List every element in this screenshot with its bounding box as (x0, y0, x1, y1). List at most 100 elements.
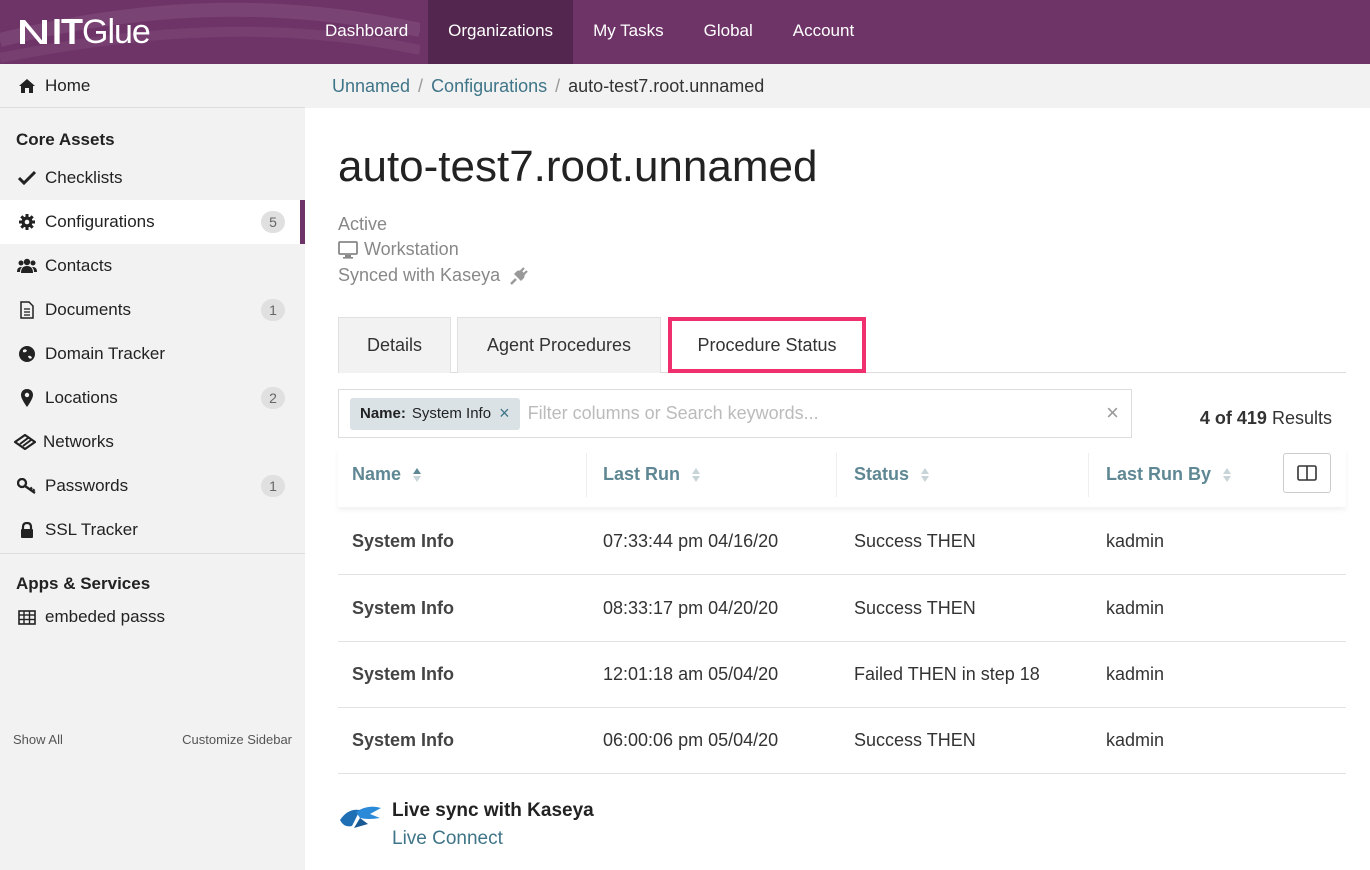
sidebar-item-label: Domain Tracker (45, 344, 165, 363)
sidebar-item-configurations[interactable]: Configurations 5 (0, 200, 305, 244)
cell-last-run-by: kadmin (1106, 531, 1165, 551)
sidebar-item-label: Home (45, 75, 91, 95)
breadcrumb-current: auto-test7.root.unnamed (568, 75, 765, 96)
tab-procedure-status[interactable]: Procedure Status (668, 317, 866, 373)
top-navbar: IT Glue Dashboard Organizations My Tasks… (0, 0, 1370, 64)
breadcrumb-org-link[interactable]: Unnamed (332, 76, 410, 97)
sidebar-heading-core-assets: Core Assets (16, 130, 115, 149)
sidebar-item-contacts[interactable]: Contacts (0, 244, 305, 288)
sidebar-item-label: Checklists (45, 168, 123, 187)
gear-icon (16, 213, 38, 231)
sidebar-item-ssl-tracker[interactable]: SSL Tracker (0, 508, 305, 552)
kaseya-sync-title: Live sync with Kaseya (392, 800, 594, 821)
lock-icon (16, 521, 38, 539)
nav-organizations[interactable]: Organizations (428, 0, 574, 64)
monitor-icon (338, 240, 358, 259)
sort-icon (1223, 468, 1232, 483)
network-icon (13, 433, 37, 451)
sidebar-item-label: SSL Tracker (45, 520, 138, 539)
sidebar-item-documents[interactable]: Documents 1 (0, 288, 305, 332)
nav-dashboard[interactable]: Dashboard (305, 0, 428, 64)
type-label: Workstation (364, 239, 459, 259)
kaseya-sync-panel: Live sync with Kaseya Live Connect (338, 800, 594, 850)
sidebar-item-label: Passwords (45, 476, 129, 495)
itglue-logo[interactable]: IT Glue (18, 11, 151, 52)
document-icon (16, 301, 38, 319)
breadcrumb-separator: / (555, 75, 561, 96)
logo-glue-text: Glue (82, 12, 151, 51)
cell-name: System Info (352, 730, 455, 750)
plug-icon (510, 266, 528, 285)
sidebar-item-passwords[interactable]: Passwords 1 (0, 464, 305, 508)
users-icon (16, 257, 38, 275)
cell-last-run-by: kadmin (1106, 730, 1165, 750)
table-row[interactable]: System Info 08:33:17 pm 04/20/20 Success… (338, 575, 1346, 642)
column-header-status[interactable]: Status (854, 449, 930, 499)
status-label: Active (338, 214, 388, 234)
tab-details[interactable]: Details (338, 317, 451, 373)
sidebar-item-label: Configurations (45, 212, 155, 231)
tab-bar: Details Agent Procedures Procedure Statu… (338, 317, 1346, 373)
nav-account[interactable]: Account (773, 0, 874, 64)
live-connect-link[interactable]: Live Connect (392, 828, 594, 850)
results-number: 4 of 419 (1199, 408, 1267, 428)
sidebar-item-embeded-passs[interactable]: embeded passs (0, 595, 305, 639)
cell-last-run-by: kadmin (1106, 664, 1165, 684)
show-all-link[interactable]: Show All (13, 732, 63, 747)
table-row[interactable]: System Info 07:33:44 pm 04/16/20 Success… (338, 508, 1346, 575)
key-icon (16, 477, 38, 495)
column-header-label: Name (352, 464, 402, 484)
cell-name: System Info (352, 664, 455, 684)
column-divider (1088, 453, 1089, 497)
table-header: Name Last Run Status Last Run By (338, 449, 1346, 507)
clear-search-icon[interactable]: × (1106, 402, 1119, 424)
nav-global[interactable]: Global (684, 0, 773, 64)
sidebar-footer: Show All Customize Sidebar (0, 732, 305, 747)
cell-status: Success THEN (854, 531, 976, 551)
sidebar-item-domain-tracker[interactable]: Domain Tracker (0, 332, 305, 376)
breadcrumb-separator: / (418, 75, 424, 96)
sidebar-item-label: Contacts (45, 256, 113, 275)
sidebar-item-locations[interactable]: Locations 2 (0, 376, 305, 420)
table-row[interactable]: System Info 12:01:18 am 05/04/20 Failed … (338, 641, 1346, 708)
filter-bar: Name: System Info × × (338, 389, 1132, 438)
count-badge: 1 (261, 475, 285, 497)
sort-asc-icon (413, 468, 422, 483)
logo-it-text: IT (52, 11, 83, 52)
results-label: Results (1271, 408, 1332, 428)
search-input[interactable] (527, 403, 1068, 424)
column-divider (836, 453, 837, 497)
filter-chip: Name: System Info × (350, 397, 520, 430)
count-badge: 2 (261, 387, 285, 409)
column-header-label: Last Run (603, 464, 681, 484)
breadcrumb-configurations-link[interactable]: Configurations (431, 76, 547, 97)
cell-last-run: 08:33:17 pm 04/20/20 (603, 598, 779, 618)
map-pin-icon (16, 389, 38, 407)
sidebar-heading-apps-services: Apps & Services (16, 574, 151, 593)
sidebar: Home Core Assets Checklists Configuratio… (0, 64, 305, 870)
sidebar-item-networks[interactable]: Networks (0, 420, 305, 464)
remove-filter-icon[interactable]: × (499, 403, 510, 424)
column-divider (586, 453, 587, 497)
column-header-label: Status (854, 464, 910, 484)
table-row[interactable]: System Info 06:00:06 pm 05/04/20 Success… (338, 707, 1346, 774)
nav-my-tasks[interactable]: My Tasks (573, 0, 684, 64)
tab-agent-procedures[interactable]: Agent Procedures (457, 317, 661, 373)
main-nav: Dashboard Organizations My Tasks Global … (305, 0, 874, 64)
check-icon (16, 169, 38, 187)
column-toggle-button[interactable] (1283, 453, 1331, 493)
sidebar-item-label: Documents (45, 300, 131, 319)
count-badge: 5 (261, 211, 285, 233)
cell-last-run-by: kadmin (1106, 598, 1165, 618)
column-header-last-run[interactable]: Last Run (603, 449, 701, 499)
home-icon (16, 77, 38, 95)
columns-icon (1297, 465, 1317, 481)
customize-sidebar-link[interactable]: Customize Sidebar (182, 732, 292, 747)
cell-last-run: 06:00:06 pm 05/04/20 (603, 730, 779, 750)
column-header-label: Last Run By (1106, 464, 1212, 484)
sidebar-item-home[interactable]: Home (0, 64, 305, 108)
sidebar-item-checklists[interactable]: Checklists (0, 156, 305, 200)
sidebar-item-label: Locations (45, 388, 118, 407)
column-header-name[interactable]: Name (352, 449, 422, 499)
column-header-last-run-by[interactable]: Last Run By (1106, 449, 1232, 499)
